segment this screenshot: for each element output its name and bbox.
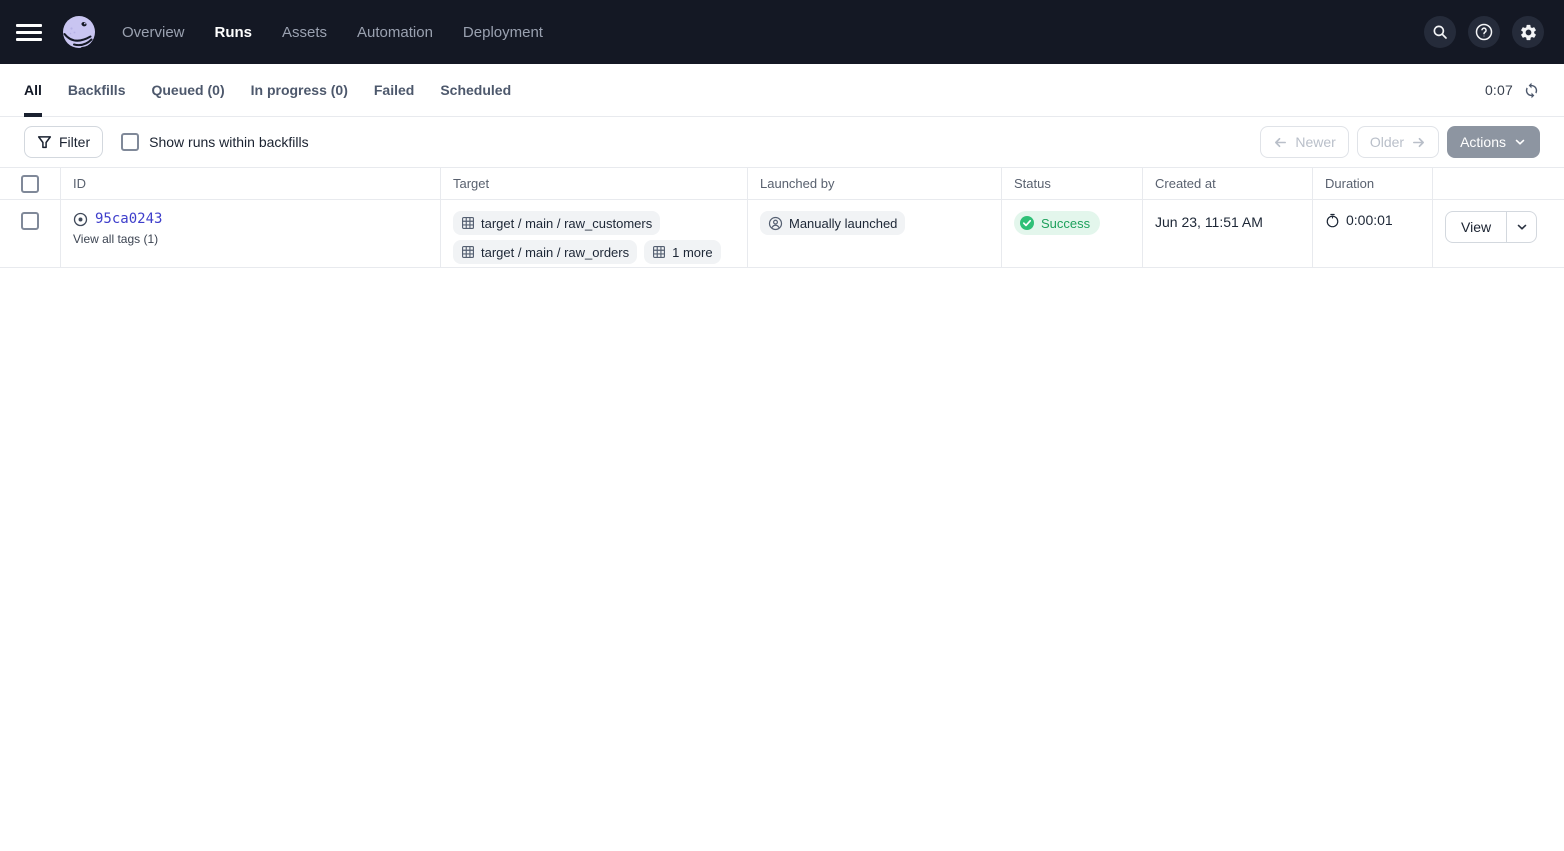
view-run-label[interactable]: View <box>1446 212 1506 242</box>
table-icon <box>652 245 666 259</box>
filter-button[interactable]: Filter <box>24 126 103 158</box>
nav-item-overview[interactable]: Overview <box>122 24 185 41</box>
table-row: 95ca0243 View all tags (1) target / <box>0 200 1564 268</box>
column-header-launched-by: Launched by <box>747 168 1001 199</box>
tab-all[interactable]: All <box>24 64 42 116</box>
help-icon <box>1474 22 1494 42</box>
launched-by-label: Manually launched <box>789 216 897 231</box>
runs-toolbar: Filter Show runs within backfills Newer … <box>0 117 1564 167</box>
top-navigation: Overview Runs Assets Automation Deployme… <box>0 0 1564 64</box>
nav-item-automation[interactable]: Automation <box>357 24 433 41</box>
table-icon <box>461 216 475 230</box>
nav-item-runs[interactable]: Runs <box>215 24 253 41</box>
arrow-left-icon <box>1273 135 1288 150</box>
runs-table: ID Target Launched by Status Created at … <box>0 167 1564 268</box>
newer-button-label: Newer <box>1295 134 1335 150</box>
help-button[interactable] <box>1468 16 1500 48</box>
primary-nav: Overview Runs Assets Automation Deployme… <box>122 24 543 41</box>
column-header-actions <box>1432 168 1564 199</box>
check-circle-icon <box>1019 215 1035 231</box>
menu-icon[interactable] <box>16 14 52 50</box>
filter-button-label: Filter <box>59 134 90 150</box>
status-label: Success <box>1041 216 1090 231</box>
tab-failed[interactable]: Failed <box>374 64 414 116</box>
refresh-icon[interactable] <box>1523 82 1540 99</box>
older-button[interactable]: Older <box>1357 126 1439 158</box>
column-header-status: Status <box>1001 168 1142 199</box>
chevron-down-icon <box>1515 220 1529 234</box>
row-select-checkbox[interactable] <box>21 212 39 230</box>
settings-button[interactable] <box>1512 16 1544 48</box>
run-status-dot-icon <box>73 212 88 227</box>
tab-backfills[interactable]: Backfills <box>68 64 126 116</box>
target-chip[interactable]: target / main / raw_orders <box>453 240 637 264</box>
newer-button[interactable]: Newer <box>1260 126 1348 158</box>
actions-button-label: Actions <box>1460 134 1506 150</box>
settings-icon <box>1519 23 1538 42</box>
run-filter-tabs: All Backfills Queued (0) In progress (0)… <box>24 64 511 116</box>
run-id-link[interactable]: 95ca0243 <box>95 211 162 227</box>
refresh-countdown: 0:07 <box>1485 82 1513 98</box>
launched-by-chip[interactable]: Manually launched <box>760 211 905 235</box>
actions-button[interactable]: Actions <box>1447 126 1540 158</box>
column-header-duration: Duration <box>1312 168 1432 199</box>
filter-icon <box>37 135 52 150</box>
target-chip-label: target / main / raw_orders <box>481 245 629 260</box>
target-chip-label: target / main / raw_customers <box>481 216 652 231</box>
search-icon <box>1431 23 1449 41</box>
nav-item-deployment[interactable]: Deployment <box>463 24 543 41</box>
column-header-created-at: Created at <box>1142 168 1312 199</box>
table-icon <box>461 245 475 259</box>
runs-tab-bar: All Backfills Queued (0) In progress (0)… <box>0 64 1564 117</box>
nav-item-assets[interactable]: Assets <box>282 24 327 41</box>
targets-more-chip[interactable]: 1 more <box>644 240 720 264</box>
column-header-target: Target <box>440 168 747 199</box>
show-backfills-label: Show runs within backfills <box>149 134 309 150</box>
topnav-actions <box>1424 16 1544 48</box>
chevron-down-icon <box>1513 135 1527 149</box>
select-all-checkbox[interactable] <box>21 175 39 193</box>
tab-in-progress[interactable]: In progress (0) <box>251 64 348 116</box>
tab-queued[interactable]: Queued (0) <box>151 64 224 116</box>
tab-scheduled[interactable]: Scheduled <box>440 64 511 116</box>
search-button[interactable] <box>1424 16 1456 48</box>
created-at-value: Jun 23, 11:51 AM <box>1155 211 1263 230</box>
timer-icon <box>1325 213 1340 228</box>
user-icon <box>768 216 783 231</box>
column-header-id: ID <box>60 168 440 199</box>
targets-more-label: 1 more <box>672 245 712 260</box>
status-badge: Success <box>1014 211 1100 235</box>
show-backfills-checkbox[interactable] <box>121 133 139 151</box>
view-run-button[interactable]: View <box>1445 211 1537 243</box>
view-all-tags-link[interactable]: View all tags (1) <box>73 232 162 246</box>
duration-value: 0:00:01 <box>1346 212 1393 228</box>
table-header-row: ID Target Launched by Status Created at … <box>0 168 1564 200</box>
target-chip[interactable]: target / main / raw_customers <box>453 211 660 235</box>
dagster-logo[interactable] <box>62 15 96 49</box>
show-backfills-toggle[interactable]: Show runs within backfills <box>121 133 309 151</box>
older-button-label: Older <box>1370 134 1404 150</box>
view-run-caret[interactable] <box>1506 212 1536 242</box>
arrow-right-icon <box>1411 135 1426 150</box>
